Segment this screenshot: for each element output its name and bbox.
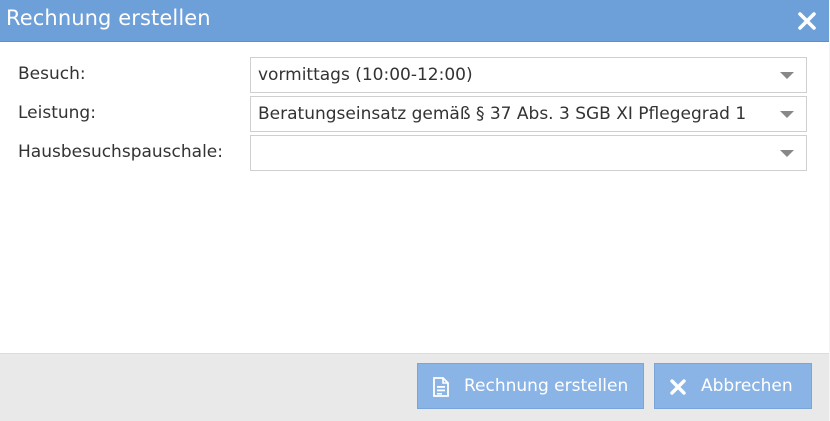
flat-rate-label: Hausbesuchspauschale: [18, 142, 223, 162]
create-invoice-button[interactable]: Rechnung erstellen [417, 363, 644, 409]
flat-rate-select[interactable] [250, 135, 807, 171]
document-icon [432, 377, 450, 397]
chevron-down-icon [780, 150, 794, 157]
close-icon[interactable] [797, 11, 817, 31]
flat-rate-row: Hausbesuchspauschale: [0, 135, 829, 171]
visit-select[interactable]: vormittags (10:00-12:00) [250, 57, 807, 93]
visit-value: vormittags (10:00-12:00) [258, 65, 473, 85]
service-select[interactable]: Beratungseinsatz gemäß § 37 Abs. 3 SGB X… [250, 96, 807, 132]
service-row: Leistung: Beratungseinsatz gemäß § 37 Ab… [0, 96, 829, 132]
x-icon [669, 377, 687, 397]
dialog-title: Rechnung erstellen [6, 6, 211, 30]
visit-label: Besuch: [18, 64, 86, 84]
service-label: Leistung: [18, 103, 96, 123]
dialog-titlebar: Rechnung erstellen [0, 0, 829, 42]
visit-row: Besuch: vormittags (10:00-12:00) [0, 57, 829, 93]
cancel-label: Abbrechen [701, 376, 793, 396]
chevron-down-icon [780, 111, 794, 118]
dialog-footer: Rechnung erstellen Abbrechen [0, 353, 829, 421]
create-invoice-label: Rechnung erstellen [464, 376, 629, 396]
create-invoice-dialog: Rechnung erstellen Besuch: vormittags (1… [0, 0, 829, 421]
dialog-content: Besuch: vormittags (10:00-12:00) Leistun… [0, 42, 829, 353]
cancel-button[interactable]: Abbrechen [654, 363, 812, 409]
chevron-down-icon [780, 72, 794, 79]
service-value: Beratungseinsatz gemäß § 37 Abs. 3 SGB X… [258, 104, 747, 124]
